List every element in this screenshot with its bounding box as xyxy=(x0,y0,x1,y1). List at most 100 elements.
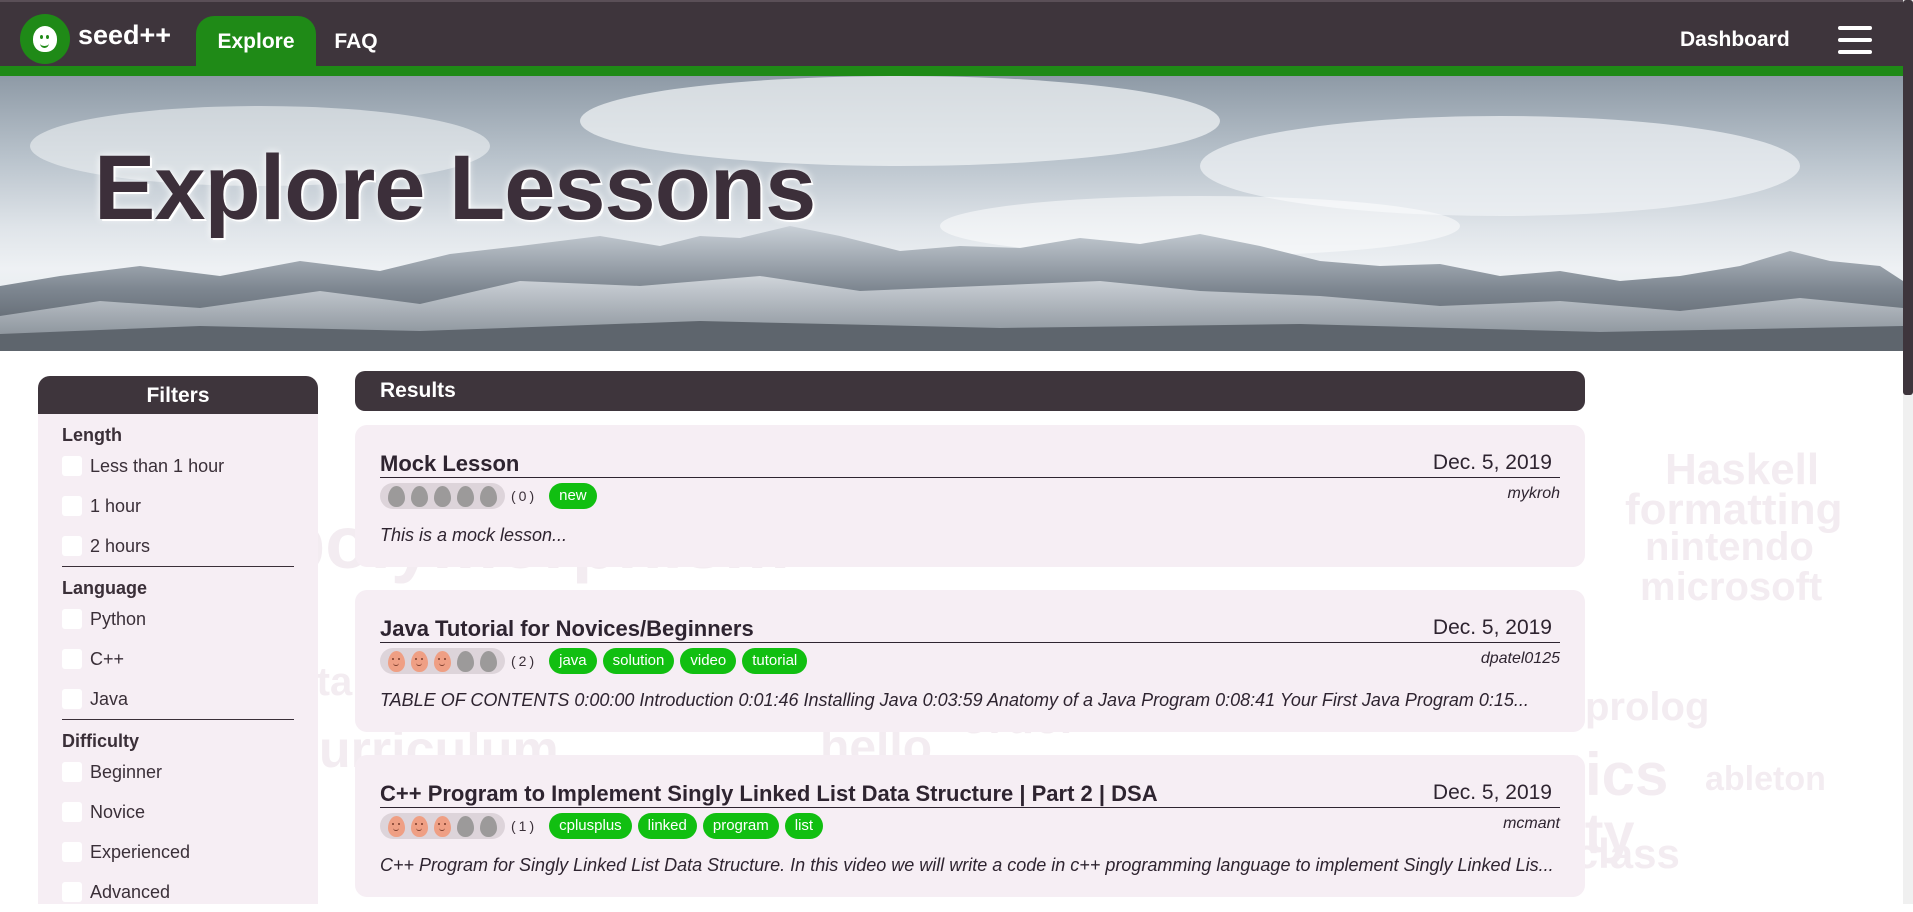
cloud-word: nintendo xyxy=(1645,525,1814,569)
egg-icon xyxy=(388,815,405,837)
filter-option-label: Advanced xyxy=(90,882,171,902)
filter-option-label: Novice xyxy=(90,802,146,822)
nav-accent-bar xyxy=(0,66,1903,76)
lesson-description: This is a mock lesson... xyxy=(380,525,568,545)
tab-explore[interactable]: Explore xyxy=(196,16,316,68)
lesson-rating-row: (0) new xyxy=(380,483,603,509)
checkbox[interactable] xyxy=(62,762,82,782)
checkbox[interactable] xyxy=(62,802,82,822)
filter-group-title: Length xyxy=(62,425,122,445)
lesson-title[interactable]: C++ Program to Implement Singly Linked L… xyxy=(380,781,1158,807)
filter-group-title: Difficulty xyxy=(62,731,140,751)
tag-badge[interactable]: list xyxy=(784,813,824,839)
divider xyxy=(380,807,1560,808)
tag-badge[interactable]: cplusplus xyxy=(549,813,632,839)
filters-title: Filters xyxy=(38,376,318,414)
results-title: Results xyxy=(355,371,1585,411)
page-title: Explore Lessons xyxy=(94,137,816,239)
filter-option-1-hour[interactable]: 1 hour xyxy=(62,486,294,526)
tab-faq[interactable]: FAQ xyxy=(326,16,386,68)
egg-icon xyxy=(388,650,405,672)
lesson-card[interactable]: Mock Lesson Dec. 5, 2019 (0) new mykroh … xyxy=(355,425,1585,567)
lesson-card[interactable]: Java Tutorial for Novices/Beginners Dec.… xyxy=(355,590,1585,732)
filter-option-2-hours[interactable]: 2 hours xyxy=(62,526,294,566)
filter-group-title: Language xyxy=(62,578,148,598)
filter-option-label: Python xyxy=(90,609,147,629)
filters-panel: Filters Length Less than 1 hour 1 hour 2… xyxy=(38,376,318,904)
egg-icon xyxy=(457,815,474,837)
egg-icon xyxy=(411,485,428,507)
filter-option-label: Less than 1 hour xyxy=(90,456,225,476)
cloud-word: microsoft xyxy=(1640,565,1823,609)
page-scrollbar-thumb[interactable] xyxy=(1903,0,1913,395)
hamburger-icon[interactable] xyxy=(1838,24,1872,56)
checkbox[interactable] xyxy=(62,536,82,556)
tag-badge[interactable]: program xyxy=(702,813,779,839)
lesson-author[interactable]: dpatel0125 xyxy=(1481,650,1560,668)
filter-option-less-than-1-hour[interactable]: Less than 1 hour xyxy=(62,446,294,486)
filter-option-experienced[interactable]: Experienced xyxy=(62,832,294,872)
egg-icon xyxy=(457,650,474,672)
tag-badge[interactable]: java xyxy=(549,648,597,674)
filter-option-label: 2 hours xyxy=(90,536,151,556)
cloud-word: prolog xyxy=(1585,685,1710,729)
egg-icon xyxy=(480,650,497,672)
divider xyxy=(380,477,1560,478)
lesson-author[interactable]: mykroh xyxy=(1508,485,1560,503)
rating-count: (2) xyxy=(511,653,538,669)
checkbox[interactable] xyxy=(62,689,82,709)
filter-option-beginner[interactable]: Beginner xyxy=(62,752,294,792)
cloud-word: Haskell xyxy=(1665,445,1820,494)
divider xyxy=(62,719,294,720)
seed-logo-icon[interactable] xyxy=(20,14,70,64)
filter-option-label: Java xyxy=(90,689,129,709)
checkbox[interactable] xyxy=(62,649,82,669)
lesson-title[interactable]: Java Tutorial for Novices/Beginners xyxy=(380,616,754,642)
tag-badge[interactable]: linked xyxy=(637,813,697,839)
dashboard-link[interactable]: Dashboard xyxy=(1680,28,1790,52)
filter-option-novice[interactable]: Novice xyxy=(62,792,294,832)
egg-icon xyxy=(480,485,497,507)
filter-option-java[interactable]: Java xyxy=(62,679,294,719)
lesson-rating-row: (2) java solution video tutorial xyxy=(380,648,813,674)
filter-group-difficulty: Difficulty Beginner Novice Experienced A… xyxy=(38,730,318,912)
filter-option-label: C++ xyxy=(90,649,125,669)
checkbox[interactable] xyxy=(62,842,82,862)
egg-icon xyxy=(434,650,451,672)
egg-icon xyxy=(434,815,451,837)
filter-option-advanced[interactable]: Advanced xyxy=(62,872,294,912)
cloud-word: formatting xyxy=(1625,485,1843,534)
checkbox[interactable] xyxy=(62,456,82,476)
lesson-date: Dec. 5, 2019 xyxy=(1432,451,1552,474)
filter-option-label: Beginner xyxy=(90,762,163,782)
top-navbar: seed++ Explore FAQ Dashboard xyxy=(0,0,1903,68)
egg-icon xyxy=(434,485,451,507)
filter-option-cpp[interactable]: C++ xyxy=(62,639,294,679)
egg-icon xyxy=(480,815,497,837)
egg-icon xyxy=(457,485,474,507)
filter-option-python[interactable]: Python xyxy=(62,599,294,639)
tag-badge[interactable]: solution xyxy=(602,648,675,674)
egg-rating xyxy=(380,483,505,509)
hero-banner: Explore Lessons xyxy=(0,76,1903,351)
tag-badge[interactable]: video xyxy=(680,648,737,674)
checkbox[interactable] xyxy=(62,609,82,629)
lesson-card[interactable]: C++ Program to Implement Singly Linked L… xyxy=(355,755,1585,897)
egg-icon xyxy=(388,485,405,507)
lesson-date: Dec. 5, 2019 xyxy=(1432,616,1552,639)
checkbox[interactable] xyxy=(62,496,82,516)
tag-badge[interactable]: new xyxy=(549,483,597,509)
brand-name[interactable]: seed++ xyxy=(78,20,171,51)
divider xyxy=(380,642,1560,643)
filter-group-language: Language Python C++ Java xyxy=(38,577,318,719)
lesson-title[interactable]: Mock Lesson xyxy=(380,451,519,477)
checkbox[interactable] xyxy=(62,882,82,902)
cloud-word: ableton xyxy=(1705,760,1826,798)
lesson-description: C++ Program for Singly Linked List Data … xyxy=(380,855,1554,875)
filter-option-label: 1 hour xyxy=(90,496,142,516)
egg-rating xyxy=(380,813,505,839)
egg-rating xyxy=(380,648,505,674)
lesson-description: TABLE OF CONTENTS 0:00:00 Introduction 0… xyxy=(380,690,1529,710)
lesson-author[interactable]: mcmant xyxy=(1503,815,1560,833)
tag-badge[interactable]: tutorial xyxy=(742,648,808,674)
